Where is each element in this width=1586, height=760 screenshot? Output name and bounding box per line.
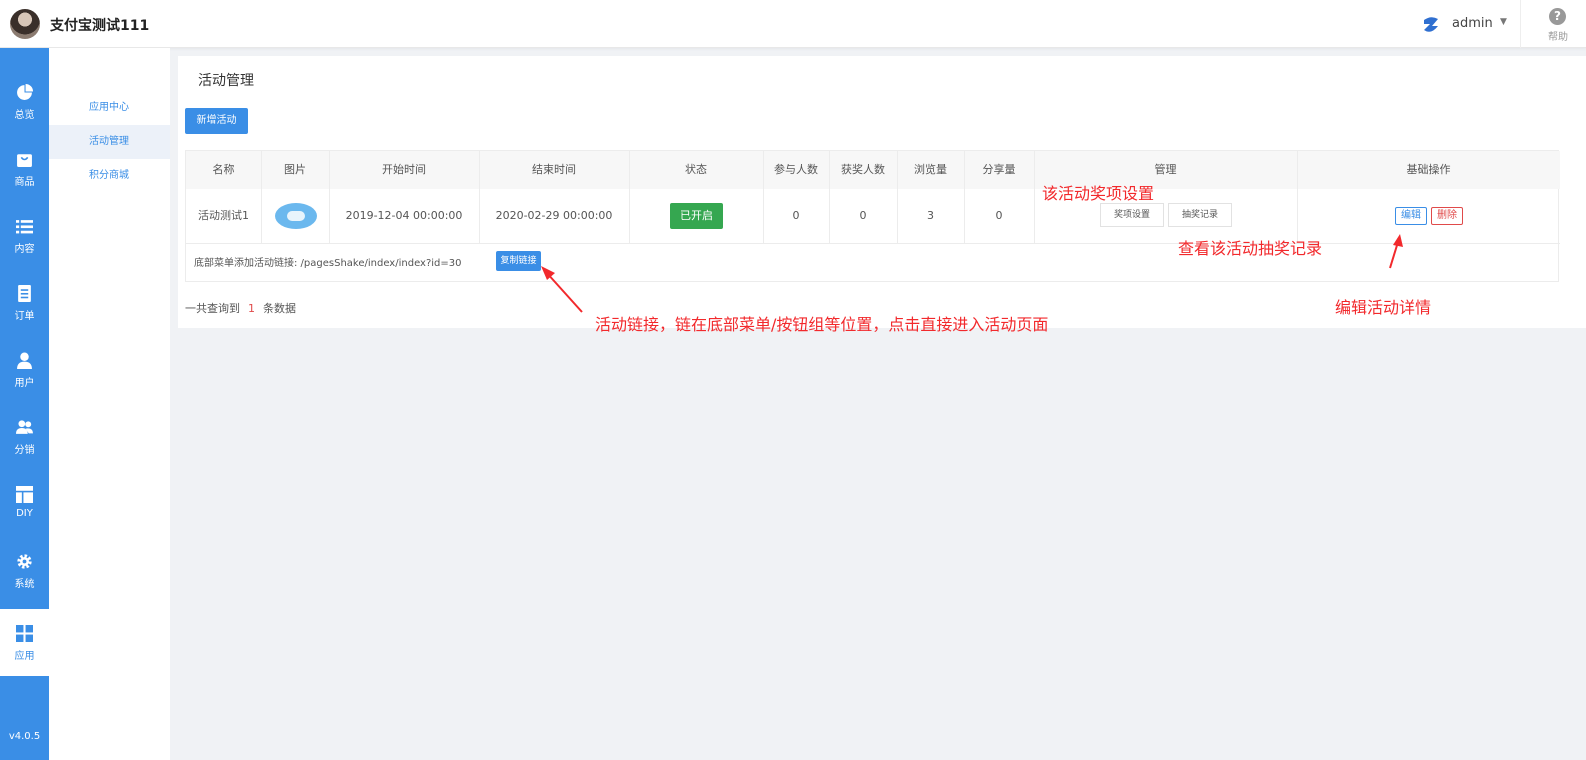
shop-name: 支付宝测试111: [50, 18, 150, 34]
delete-button[interactable]: 删除: [1431, 207, 1463, 225]
sidebar-item-diy[interactable]: DIY: [0, 470, 49, 537]
sidebar-item-content[interactable]: 内容: [0, 202, 49, 269]
column-header-end-time: 结束时间: [532, 163, 576, 176]
sidebar-item-label: 系统: [14, 579, 35, 590]
document-icon: [18, 285, 31, 302]
sub-sidebar: 应用中心 活动管理 积分商城: [49, 48, 170, 760]
main-panel: 活动管理 新增活动 名称 图片 开始时间 结束时间 状态 参与人数 获奖人数 浏…: [178, 56, 1586, 328]
annotation-activity-link: 活动链接，链在底部菜单/按钮组等位置，点击直接进入活动页面: [595, 315, 1049, 334]
user-menu[interactable]: admin: [1452, 16, 1493, 31]
grid-icon: [16, 625, 33, 642]
list-icon: [16, 220, 33, 234]
column-header-image: 图片: [284, 163, 306, 176]
column-header-start-time: 开始时间: [382, 163, 426, 176]
sidebar-item-label: 商品: [14, 177, 35, 188]
summary-count: 1: [248, 302, 255, 315]
annotation-draw-records: 查看该活动抽奖记录: [1178, 239, 1323, 258]
column-header-views: 浏览量: [914, 163, 947, 176]
column-header-participants: 参与人数: [774, 163, 818, 176]
column-header-shares: 分享量: [982, 163, 1016, 176]
top-header: 支付宝测试111 admin ▼ ? 帮助: [0, 0, 1586, 48]
subnav-item-points-mall[interactable]: 积分商城: [49, 159, 170, 193]
column-header-actions: 基础操作: [1406, 163, 1451, 176]
edit-button[interactable]: 编辑: [1395, 207, 1427, 225]
column-header-status: 状态: [685, 163, 707, 176]
sidebar-item-label: 总览: [14, 110, 35, 121]
sidebar-item-label: DIY: [16, 508, 33, 519]
result-summary: 一共查询到 1 条数据: [185, 300, 296, 316]
main-sidebar: 总览 商品 内容 订单 用户 分销 DIY 系统 应用 v4.0.5: [0, 48, 49, 760]
activity-table: 名称 图片 开始时间 结束时间 状态 参与人数 获奖人数 浏览量 分享量 管理 …: [185, 150, 1560, 282]
sidebar-item-label: 用户: [14, 378, 35, 389]
sidebar-item-apps[interactable]: 应用: [0, 609, 49, 676]
sidebar-item-distribution[interactable]: 分销: [0, 403, 49, 470]
sidebar-item-overview[interactable]: 总览: [0, 68, 49, 135]
cell-views: 3: [927, 209, 934, 222]
annotation-prize-settings: 该活动奖项设置: [1042, 184, 1155, 203]
brand-logo-icon: [1424, 17, 1438, 32]
sidebar-item-label: 分销: [14, 445, 35, 456]
sidebar-item-orders[interactable]: 订单: [0, 269, 49, 336]
subnav-item-app-center[interactable]: 应用中心: [49, 91, 170, 125]
sidebar-item-products[interactable]: 商品: [0, 135, 49, 202]
caret-down-icon[interactable]: ▼: [1500, 17, 1507, 27]
cell-end-time: 2020-02-29 00:00:00: [495, 209, 613, 222]
sidebar-item-system[interactable]: 系统: [0, 537, 49, 604]
users-icon: [16, 420, 33, 434]
cell-winners: 0: [859, 209, 867, 222]
activity-thumbnail: [275, 203, 317, 229]
activity-link-text: 底部菜单添加活动链接: /pagesShake/index/index?id=3…: [194, 258, 462, 269]
help-icon: ?: [1549, 8, 1566, 25]
help-button[interactable]: ? 帮助: [1520, 0, 1586, 48]
cell-shares: 0: [995, 209, 1003, 222]
cell-participants: 0: [792, 209, 800, 222]
cell-activity-name: 活动测试1: [198, 209, 249, 222]
pie-chart-icon: [17, 84, 33, 100]
sidebar-item-users[interactable]: 用户: [0, 336, 49, 403]
sidebar-item-label: 内容: [14, 244, 35, 255]
help-label: 帮助: [1548, 32, 1568, 43]
layout-icon: [16, 486, 33, 503]
user-icon: [17, 352, 32, 369]
row-divider: [186, 243, 1560, 244]
cell-start-time: 2019-12-04 00:00:00: [345, 209, 463, 222]
summary-prefix: 一共查询到: [185, 302, 240, 315]
column-header-name: 名称: [212, 163, 235, 176]
copy-link-button[interactable]: 复制链接: [496, 251, 541, 271]
shop-avatar[interactable]: [10, 9, 40, 39]
annotation-edit: 编辑活动详情: [1335, 298, 1432, 317]
prize-settings-button[interactable]: 奖项设置: [1100, 203, 1164, 227]
sidebar-item-label: 应用: [14, 651, 35, 662]
sidebar-item-label: 订单: [14, 311, 35, 322]
summary-suffix: 条数据: [263, 302, 296, 315]
column-header-winners: 获奖人数: [841, 163, 885, 176]
draw-records-button[interactable]: 抽奖记录: [1168, 203, 1232, 227]
status-toggle-button[interactable]: 已开启: [670, 203, 723, 229]
add-activity-button[interactable]: 新增活动: [185, 108, 248, 134]
subnav-item-activity-management[interactable]: 活动管理: [49, 125, 170, 159]
page-title: 活动管理: [198, 73, 254, 89]
shopping-bag-icon: [17, 154, 32, 167]
version-label: v4.0.5: [8, 731, 41, 742]
gear-icon: [17, 554, 32, 569]
